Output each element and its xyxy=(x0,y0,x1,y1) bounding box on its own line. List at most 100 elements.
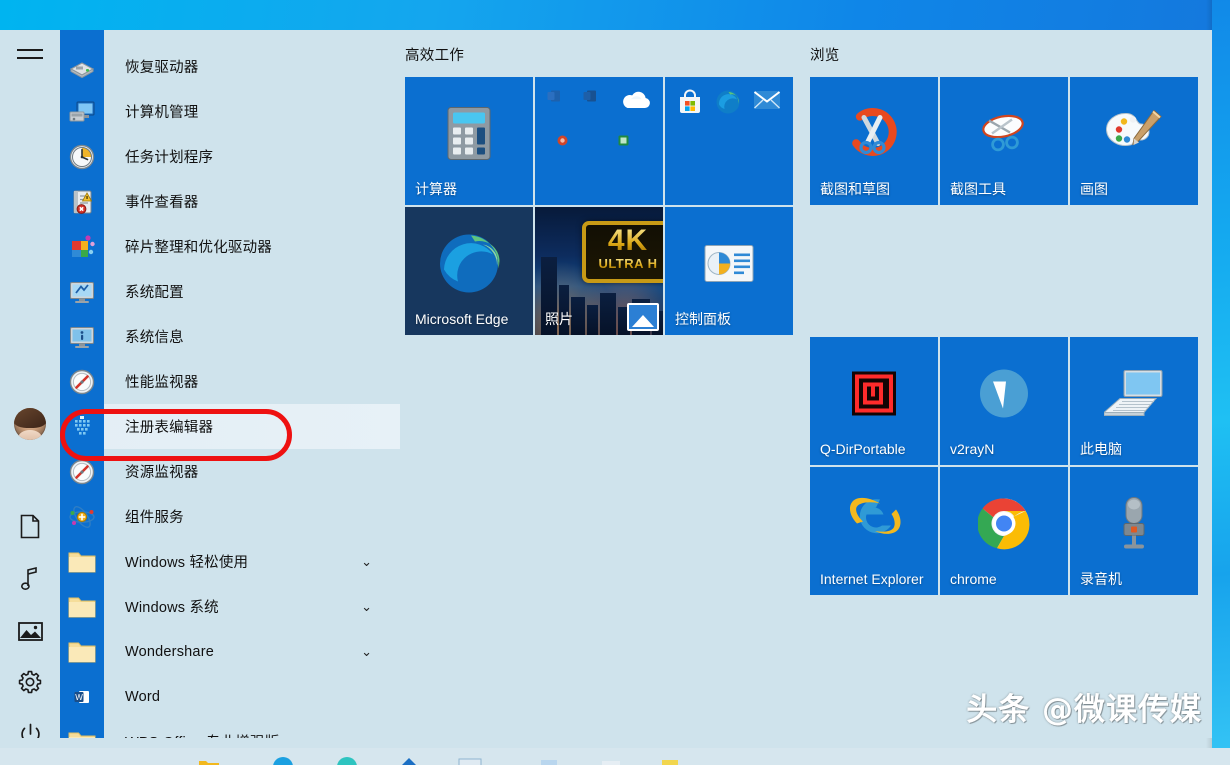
list-item-performance-monitor[interactable]: 性能监视器 xyxy=(60,359,400,404)
taskbar-pc-icon[interactable] xyxy=(538,756,560,765)
taskbar-explorer-icon[interactable] xyxy=(198,756,220,765)
tile-empty-slot xyxy=(1070,207,1198,335)
voice-recorder-icon xyxy=(1112,495,1156,556)
list-item-task-scheduler[interactable]: 任务计划程序 xyxy=(60,134,400,179)
this-pc-icon xyxy=(1104,368,1164,423)
taskbar-mail-icon[interactable] xyxy=(458,756,480,765)
tile-label: chrome xyxy=(950,571,997,588)
tile-snipping-tool[interactable]: 截图工具 xyxy=(940,77,1068,205)
list-item-component-services[interactable]: 组件服务 xyxy=(60,494,400,539)
folder-icon xyxy=(60,539,104,584)
list-item-wps-office[interactable]: WPS Office 专业增强版 ⌄ xyxy=(60,719,400,738)
tile-group-title[interactable]: 高效工作 xyxy=(405,44,793,64)
tile-chrome[interactable]: chrome xyxy=(940,467,1068,595)
list-item-label: Word xyxy=(125,689,160,705)
chevron-down-icon[interactable]: ⌄ xyxy=(361,645,372,658)
hamburger-menu-icon[interactable] xyxy=(0,30,60,78)
tile-this-pc[interactable]: 此电脑 xyxy=(1070,337,1198,465)
svg-text:W: W xyxy=(75,693,83,702)
list-item-wondershare[interactable]: Wondershare ⌄ xyxy=(60,629,400,674)
list-item-registry-editor[interactable]: 注册表编辑器 xyxy=(60,404,400,449)
taskbar[interactable] xyxy=(0,748,1230,765)
list-item-computer-management[interactable]: 计算机管理 xyxy=(60,89,400,134)
tiles-area: 高效工作 xyxy=(400,30,1212,738)
tile-voice-recorder[interactable]: 录音机 xyxy=(1070,467,1198,595)
folder-icon xyxy=(60,629,104,674)
word-icon: W xyxy=(60,674,104,719)
tile-label: 此电脑 xyxy=(1080,441,1122,458)
tile-microsoft-edge[interactable]: Microsoft Edge xyxy=(405,207,533,335)
list-item-resource-monitor[interactable]: 资源监视器 xyxy=(60,449,400,494)
snip-and-sketch-icon xyxy=(846,105,902,166)
desktop-wallpaper-right xyxy=(1212,0,1230,765)
folder-icon xyxy=(60,719,104,738)
power-icon[interactable] xyxy=(0,710,60,738)
list-item-label: 系统配置 xyxy=(125,281,184,302)
chevron-down-icon[interactable]: ⌄ xyxy=(361,735,372,738)
list-item-windows-ease-of-access[interactable]: Windows 轻松使用 ⌄ xyxy=(60,539,400,584)
list-item-system-configuration[interactable]: 系统配置 xyxy=(60,269,400,314)
tile-label: 录音机 xyxy=(1080,571,1122,588)
tile-control-panel[interactable]: 控制面板 xyxy=(665,207,793,335)
music-icon[interactable] xyxy=(0,555,60,603)
tile-v2rayn[interactable]: v2rayN xyxy=(940,337,1068,465)
app-list[interactable]: 恢复驱动器 计算机管理 xyxy=(60,30,400,738)
snipping-tool-icon xyxy=(976,108,1032,163)
start-menu: 恢复驱动器 计算机管理 xyxy=(0,30,1212,738)
avatar[interactable] xyxy=(0,400,60,448)
excel-small-icon-2 xyxy=(618,135,629,146)
taskbar-store-icon[interactable] xyxy=(398,756,420,765)
start-menu-rail xyxy=(0,30,60,738)
edge-small-icon xyxy=(715,89,741,115)
list-item-word[interactable]: W Word xyxy=(60,674,400,719)
tile-internet-explorer[interactable]: Internet Explorer xyxy=(810,467,938,595)
taskbar-edge-icon[interactable] xyxy=(272,756,294,765)
list-item-recovery-drive[interactable]: 恢复驱动器 xyxy=(60,44,400,89)
list-item-label: Windows 轻松使用 xyxy=(125,551,248,572)
tile-calculator[interactable]: 计算器 xyxy=(405,77,533,205)
tile-empty-slot xyxy=(810,207,938,335)
list-item-defragment[interactable]: 碎片整理和优化驱动器 xyxy=(60,224,400,269)
tile-label: 画图 xyxy=(1080,181,1108,198)
tile-snip-and-sketch[interactable]: 截图和草图 xyxy=(810,77,938,205)
tile-group-productivity: 高效工作 xyxy=(405,44,793,335)
tile-group-browse: 浏览 截图和草图 xyxy=(810,44,1198,595)
performance-monitor-icon xyxy=(60,359,104,404)
taskbar-notes-icon[interactable] xyxy=(660,756,682,765)
list-item-label: 性能监视器 xyxy=(125,371,199,392)
list-item-label: Wondershare xyxy=(125,644,214,660)
tile-office-folder[interactable] xyxy=(535,77,663,205)
calculator-icon xyxy=(446,105,492,166)
folder-icon-row-1 xyxy=(547,89,651,111)
tile-grid: 截图和草图 截图工具 xyxy=(810,77,1198,595)
avatar-image xyxy=(14,408,46,440)
list-item-system-information[interactable]: 系统信息 xyxy=(60,314,400,359)
list-item-label: 注册表编辑器 xyxy=(125,416,213,437)
tile-group-title[interactable]: 浏览 xyxy=(810,44,1198,64)
onedrive-icon xyxy=(619,89,651,111)
pictures-icon[interactable] xyxy=(0,607,60,655)
task-scheduler-icon xyxy=(60,134,104,179)
taskbar-teams-icon[interactable] xyxy=(336,756,358,765)
system-info-icon xyxy=(60,314,104,359)
list-item-label: 恢复驱动器 xyxy=(125,56,199,77)
list-item-label: 任务计划程序 xyxy=(125,146,213,167)
tile-apps-folder[interactable] xyxy=(665,77,793,205)
tile-paint[interactable]: 画图 xyxy=(1070,77,1198,205)
chevron-down-icon[interactable]: ⌄ xyxy=(361,600,372,613)
tile-label: 控制面板 xyxy=(675,311,731,328)
list-item-event-viewer[interactable]: 事件查看器 xyxy=(60,179,400,224)
chevron-down-icon[interactable]: ⌄ xyxy=(361,555,372,568)
tile-label: 计算器 xyxy=(415,181,457,198)
gear-icon[interactable] xyxy=(0,658,60,706)
taskbar-app-icon[interactable] xyxy=(600,756,622,765)
tile-label: v2rayN xyxy=(950,441,994,458)
list-item-label: 组件服务 xyxy=(125,506,184,527)
tile-q-dir-portable[interactable]: Q-DirPortable xyxy=(810,337,938,465)
documents-icon[interactable] xyxy=(0,502,60,550)
list-item-windows-system[interactable]: Windows 系统 ⌄ xyxy=(60,584,400,629)
tile-photos[interactable]: 4K ULTRA H 照片 xyxy=(535,207,663,335)
folder-icon xyxy=(60,584,104,629)
list-item-partial-top[interactable] xyxy=(60,30,400,44)
list-item-label: Windows 系统 xyxy=(125,596,219,617)
